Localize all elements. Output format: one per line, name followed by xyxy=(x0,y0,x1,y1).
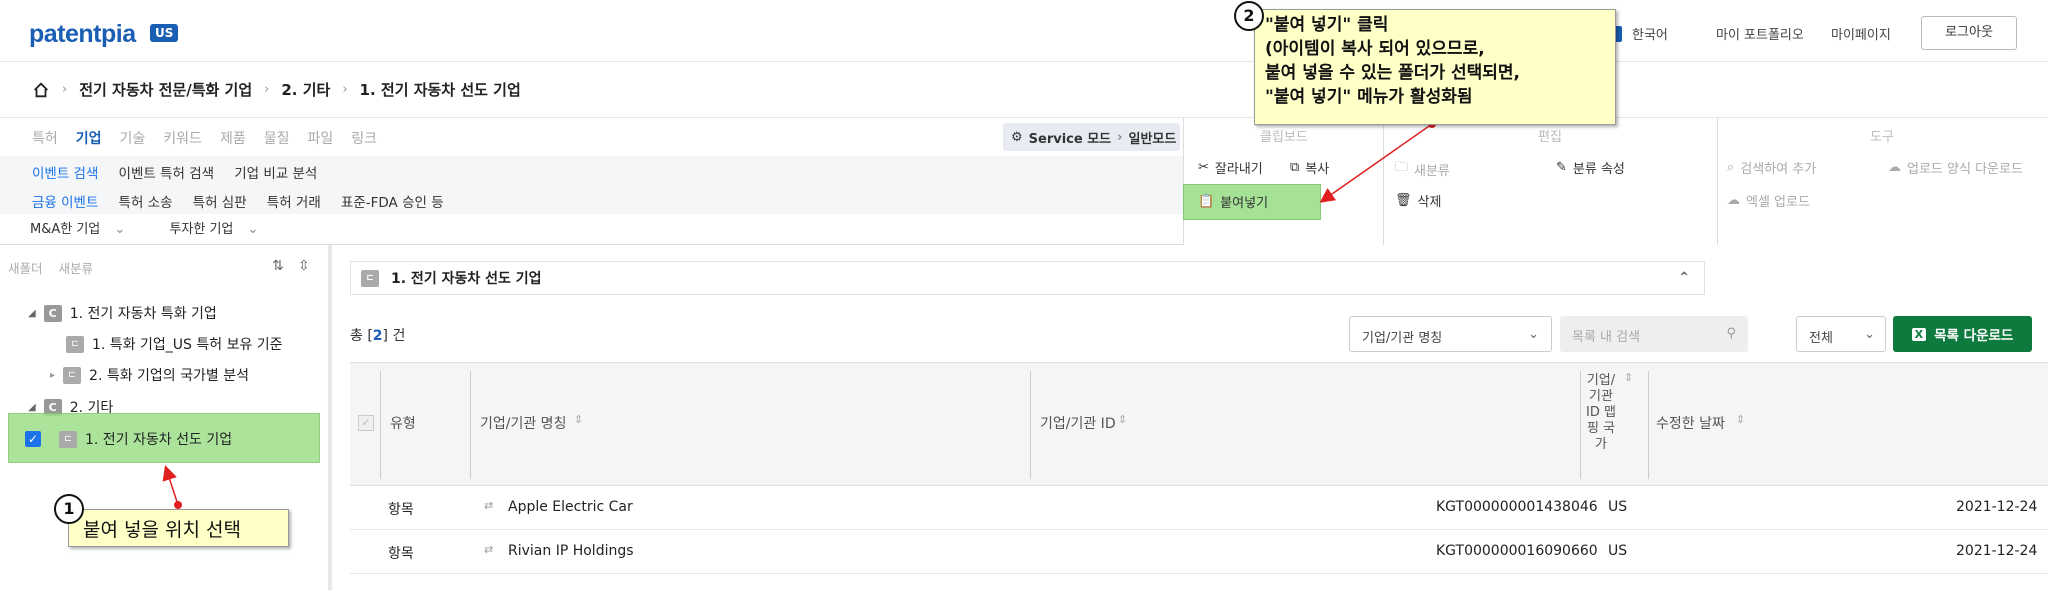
callout-text: 붙여 넣을 위치 선택 xyxy=(83,519,241,541)
callout-line: "붙여 넣기" 클릭 xyxy=(1265,15,1389,35)
callout-paste-instruction: "붙여 넣기" 클릭 (아이템이 복사 되어 있으므로, 붙여 넣을 수 있는 … xyxy=(1254,9,1616,125)
callout-select-location: 붙여 넣을 위치 선택 xyxy=(68,509,289,547)
annotation-arrows xyxy=(162,120,1436,509)
callout-line: "붙여 넣기" 메뉴가 활성화됨 xyxy=(1265,87,1473,107)
callout-line: (아이템이 복사 되어 있으므로, xyxy=(1265,39,1485,59)
callout-line: 붙여 넣을 수 있는 폴더가 선택되면, xyxy=(1265,63,1521,83)
step-number-badge: 2 xyxy=(1234,1,1264,31)
step-number-badge: 1 xyxy=(54,494,84,524)
